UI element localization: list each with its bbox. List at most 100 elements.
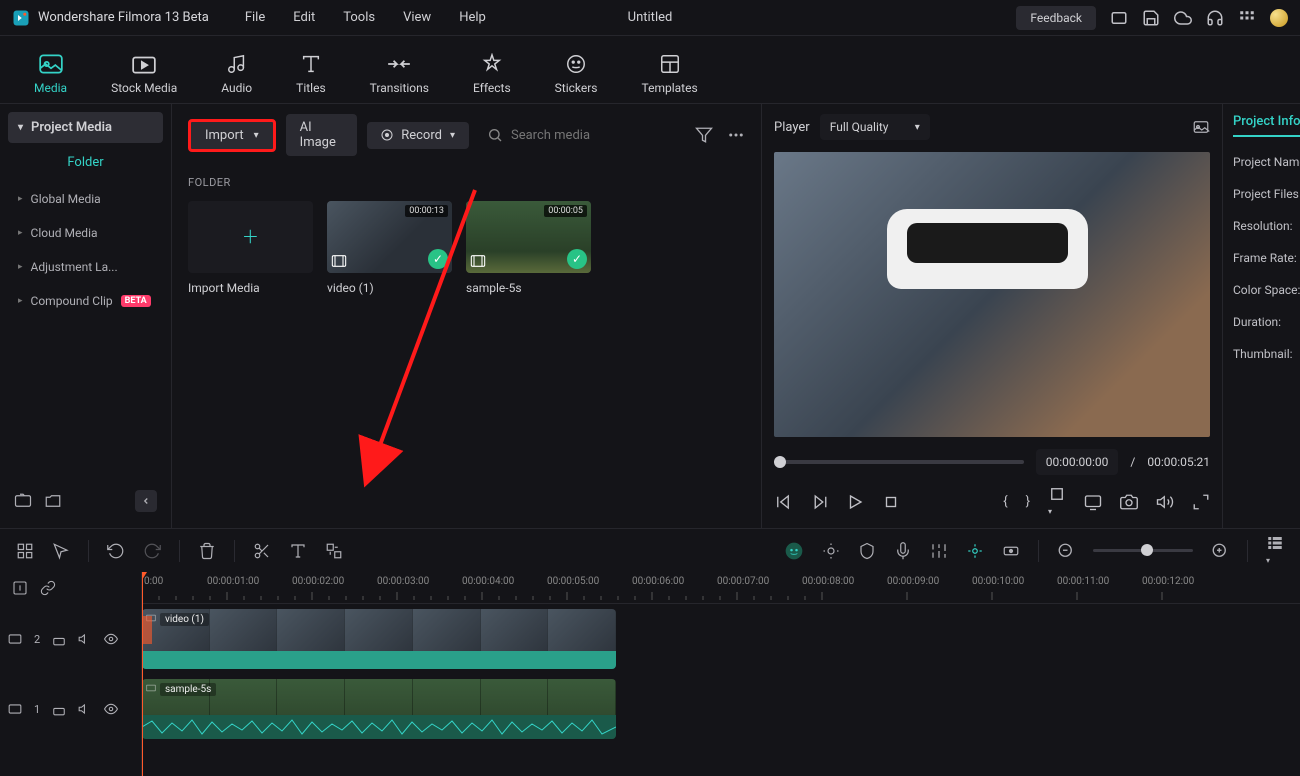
menu-file[interactable]: File (245, 10, 265, 25)
timeline-tracks[interactable]: 0:00 00:00:01:00 00:00:02:00 00:00:03:00… (142, 572, 1300, 776)
zoom-out-icon[interactable] (1057, 542, 1075, 560)
redo-icon[interactable] (143, 542, 161, 560)
playhead[interactable] (142, 572, 143, 776)
save-icon[interactable] (1142, 9, 1160, 27)
tab-project-info[interactable]: Project Info (1233, 114, 1300, 137)
menu-tools[interactable]: Tools (343, 10, 375, 25)
trash-icon[interactable] (198, 542, 216, 560)
keyframe-icon[interactable] (1002, 542, 1020, 560)
lock-track-icon[interactable] (52, 632, 66, 646)
new-folder-icon[interactable] (14, 492, 32, 510)
sidebar-folder-label[interactable]: Folder (8, 143, 163, 182)
display-icon[interactable] (1084, 493, 1102, 511)
ruler-ticks (142, 592, 1242, 604)
fullscreen-icon[interactable] (1192, 493, 1210, 511)
progress-slider[interactable] (774, 460, 1024, 464)
mic-icon[interactable] (894, 542, 912, 560)
folder-icon[interactable] (44, 492, 62, 510)
headphones-icon[interactable] (1206, 9, 1224, 27)
record-button[interactable]: Record▾ (367, 122, 469, 149)
import-media-tile[interactable]: + Import Media (188, 201, 313, 295)
tab-templates[interactable]: Templates (642, 53, 698, 95)
ai-badge-icon[interactable] (784, 541, 804, 561)
import-button[interactable]: Import▾ (188, 119, 276, 152)
sidebar-project-media[interactable]: ▾ Project Media (8, 112, 163, 143)
sidebar-item-cloud-media[interactable]: ▸Cloud Media (8, 216, 163, 250)
clip-sample-5s[interactable]: sample-5s (142, 679, 616, 739)
crop-icon[interactable]: ▾ (1048, 485, 1066, 518)
sidebar-item-global-media[interactable]: ▸Global Media (8, 182, 163, 216)
view-toggle-icon[interactable]: ▾ (1266, 534, 1284, 567)
visibility-track-icon[interactable] (104, 702, 118, 716)
collapse-sidebar-button[interactable] (135, 490, 157, 512)
mixer-icon[interactable] (930, 542, 948, 560)
media-tile-sample-5s[interactable]: 00:00:05 ✓ sample-5s (466, 201, 591, 295)
info-row: Thumbnail: (1233, 347, 1290, 361)
undo-icon[interactable] (107, 542, 125, 560)
smart-tool-icon[interactable] (966, 542, 984, 560)
sidebar-item-compound-clip[interactable]: ▸Compound ClipBETA (8, 284, 163, 318)
clip-video-1[interactable]: video (1) (142, 609, 616, 669)
cut-icon[interactable] (253, 542, 271, 560)
imported-check-icon: ✓ (428, 249, 448, 269)
tab-audio[interactable]: Audio (221, 53, 252, 95)
play-backward-icon[interactable] (810, 493, 828, 511)
play-icon[interactable] (846, 493, 864, 511)
apps-grid-icon[interactable] (1238, 9, 1256, 27)
timeline-toolbar: ▾ (0, 528, 1300, 572)
select-arrow-icon[interactable] (52, 542, 70, 560)
quick-text-icon[interactable] (289, 542, 307, 560)
tab-stickers[interactable]: Stickers (555, 53, 598, 95)
timeline-ruler[interactable]: 0:00 00:00:01:00 00:00:02:00 00:00:03:00… (142, 572, 1300, 604)
swap-icon[interactable] (325, 542, 343, 560)
marker-shield-icon[interactable] (858, 542, 876, 560)
add-track-icon[interactable] (12, 580, 28, 596)
main-menu: File Edit Tools View Help (245, 10, 486, 25)
camera-icon[interactable] (1120, 493, 1138, 511)
zoom-slider[interactable] (1093, 549, 1193, 552)
zoom-in-icon[interactable] (1211, 542, 1229, 560)
tab-transitions[interactable]: Transitions (370, 53, 429, 95)
visibility-track-icon[interactable] (104, 632, 118, 646)
tab-effects[interactable]: Effects (473, 53, 511, 95)
link-icon[interactable] (40, 580, 56, 596)
preview-canvas[interactable] (774, 152, 1210, 437)
search-input[interactable] (511, 128, 677, 143)
more-icon[interactable] (727, 126, 745, 144)
gallery-view-controls (695, 126, 745, 144)
menu-edit[interactable]: Edit (293, 10, 315, 25)
tab-media[interactable]: Media (34, 53, 67, 95)
lock-track-icon[interactable] (52, 702, 66, 716)
layout-icon[interactable] (1110, 9, 1128, 27)
sidebar-item-adjustment-layer[interactable]: ▸Adjustment La... (8, 250, 163, 284)
track-1[interactable]: sample-5s (142, 674, 1300, 744)
media-grid: + Import Media 00:00:13 ✓ video (1) 00:0… (188, 201, 745, 295)
cloud-icon[interactable] (1174, 9, 1192, 27)
tab-titles[interactable]: Titles (296, 53, 325, 95)
filter-icon[interactable] (695, 126, 713, 144)
ai-image-button[interactable]: AI Image (286, 114, 358, 156)
feedback-button[interactable]: Feedback (1016, 6, 1096, 30)
clip-label: sample-5s (160, 683, 216, 696)
track-2[interactable]: video (1) (142, 604, 1300, 674)
menu-help[interactable]: Help (459, 10, 486, 25)
enhance-icon[interactable] (822, 542, 840, 560)
quality-select[interactable]: Full Quality▾ (820, 114, 930, 140)
brace-close-icon[interactable]: } (1026, 494, 1030, 509)
stop-icon[interactable] (882, 493, 900, 511)
gallery-toolbar: Import▾ AI Image Record▾ (188, 114, 745, 156)
info-panel: Project Info Project Name Project Files … (1222, 104, 1300, 528)
mute-track-icon[interactable] (78, 702, 92, 716)
snapshot-icon[interactable] (1192, 118, 1210, 136)
preview-headset-shape (887, 209, 1088, 289)
media-tile-video-1[interactable]: 00:00:13 ✓ video (1) (327, 201, 452, 295)
prev-frame-icon[interactable] (774, 493, 792, 511)
menu-view[interactable]: View (403, 10, 431, 25)
tab-stock-media[interactable]: Stock Media (111, 53, 177, 95)
grid-icon[interactable] (16, 542, 34, 560)
mute-track-icon[interactable] (78, 632, 92, 646)
profile-avatar[interactable] (1270, 9, 1288, 27)
volume-icon[interactable] (1156, 493, 1174, 511)
timeline: 2 1 0:00 00:00:01:00 00:00:02:00 00:00:0… (0, 572, 1300, 776)
brace-open-icon[interactable]: { (1003, 494, 1007, 509)
